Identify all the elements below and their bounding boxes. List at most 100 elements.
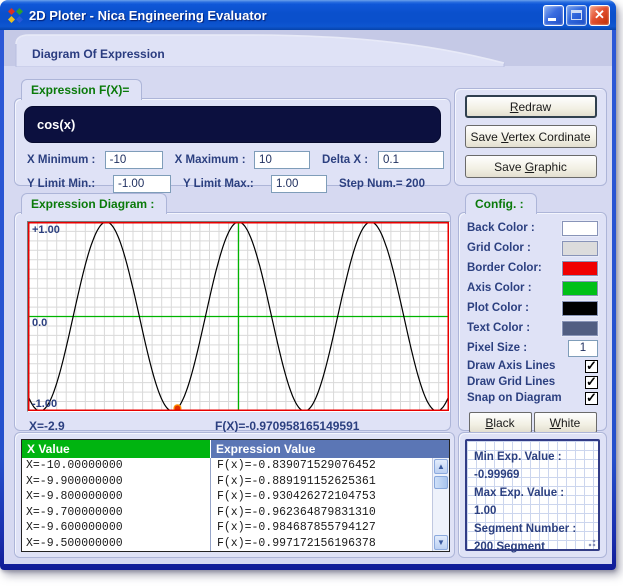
table-row: X=-9.600000000F(x)=-0.984687855794127: [22, 520, 449, 536]
window-title: 2D Ploter - Nica Engineering Evaluator: [29, 8, 541, 23]
back-color-swatch[interactable]: [562, 221, 598, 236]
status-fx-value: F(X)=-0.970958165149591: [215, 419, 359, 433]
expression-value-column-header[interactable]: Expression Value: [210, 440, 449, 458]
snap-on-diagram-label: Snap on Diagram: [467, 392, 562, 404]
arrow-down-icon: ▼: [437, 538, 445, 547]
grid-color-swatch[interactable]: [562, 241, 598, 256]
draw-axis-lines-checkbox[interactable]: [585, 360, 598, 373]
tab-diagram-of-expression[interactable]: Diagram Of Expression: [32, 47, 165, 61]
app-icon: [7, 7, 24, 24]
close-button[interactable]: ✕: [589, 5, 610, 26]
maximize-button[interactable]: [566, 5, 587, 26]
save-graphic-button[interactable]: Save Graphic: [465, 155, 597, 178]
expression-value-cell: F(x)=-0.997172156196378: [210, 536, 449, 552]
window-body: Diagram Of Expression Expression F(X)= X…: [4, 30, 612, 564]
x-maximum-label: X Maximum :: [175, 154, 254, 166]
draw-grid-lines-label: Draw Grid Lines: [467, 376, 555, 388]
pixel-size-input[interactable]: [568, 340, 598, 357]
segment-number-value: 200 Segment: [474, 538, 598, 556]
maximize-icon: [571, 10, 582, 20]
x-value-cell: X=-9.600000000: [22, 520, 210, 536]
x-value-cell: X=-10.00000000: [22, 458, 210, 474]
title-bar[interactable]: 2D Ploter - Nica Engineering Evaluator ✕: [0, 0, 616, 30]
min-exp-value: -0.99969: [474, 466, 598, 484]
step-num-label: Step Num.= 200: [339, 178, 425, 190]
axis-color-label: Axis Color :: [467, 282, 532, 294]
border-color-label: Border Color:: [467, 262, 542, 274]
x-value-cell: X=-9.700000000: [22, 505, 210, 521]
expression-value-cell: F(x)=-0.984687855794127: [210, 520, 449, 536]
x-minimum-input[interactable]: [105, 151, 163, 169]
delta-x-label: Delta X :: [322, 154, 378, 166]
actions-panel: Redraw Save Vertex Cordinate Save Graphi…: [454, 88, 607, 186]
x-value-cell: X=-9.900000000: [22, 474, 210, 490]
plot-canvas: [28, 222, 449, 411]
stats-group: Min Exp. Value : -0.99969 Max Exp. Value…: [458, 432, 607, 558]
app-window: 2D Ploter - Nica Engineering Evaluator ✕…: [0, 0, 616, 570]
table-row: X=-9.500000000F(x)=-0.997172156196378: [22, 536, 449, 552]
y-limit-min-input[interactable]: [113, 175, 171, 193]
table-scrollbar[interactable]: ▲ ▼: [432, 458, 449, 551]
status-x-value: X=-2.9: [29, 419, 65, 433]
delta-x-input[interactable]: [378, 151, 444, 169]
snap-on-diagram-checkbox[interactable]: [585, 392, 598, 405]
minimize-icon: [548, 18, 556, 21]
expression-group: Expression F(X)= X Minimum : X Maximum :…: [14, 98, 451, 186]
max-exp-value: 1.00: [474, 502, 598, 520]
max-exp-value-label: Max Exp. Value :: [474, 484, 598, 502]
back-color-label: Back Color :: [467, 222, 535, 234]
y-limit-max-label: Y Limit Max.:: [183, 178, 271, 190]
table-row: X=-9.700000000F(x)=-0.962364879831310: [22, 505, 449, 521]
y-limit-min-label: Y Limit Min.:: [27, 178, 113, 190]
axis-color-swatch[interactable]: [562, 281, 598, 296]
expression-value-cell: F(x)=-0.962364879831310: [210, 505, 449, 521]
table-row: X=-9.800000000F(x)=-0.930426272104753: [22, 489, 449, 505]
draw-grid-lines-checkbox[interactable]: [585, 376, 598, 389]
plot-frame: +1.00 0.0 -1.00: [27, 221, 450, 412]
x-maximum-input[interactable]: [254, 151, 310, 169]
stats-panel: Min Exp. Value : -0.99969 Max Exp. Value…: [465, 439, 600, 551]
border-color-swatch[interactable]: [562, 261, 598, 276]
expression-group-label: Expression F(X)=: [21, 79, 142, 100]
resize-grip[interactable]: [586, 537, 596, 547]
expression-input[interactable]: [25, 107, 440, 142]
table-row: X=-10.00000000F(x)=-0.839071529076452: [22, 458, 449, 474]
expression-value-cell: F(x)=-0.839071529076452: [210, 458, 449, 474]
minimize-button[interactable]: [543, 5, 564, 26]
table-header-row: X Value Expression Value: [22, 440, 449, 458]
expression-box: [24, 106, 441, 143]
redraw-button[interactable]: Redraw: [465, 95, 597, 118]
min-exp-value-label: Min Exp. Value :: [474, 448, 598, 466]
values-table-group: X Value Expression Value X=-10.00000000F…: [14, 432, 455, 558]
plot-color-swatch[interactable]: [562, 301, 598, 316]
pixel-size-label: Pixel Size :: [467, 342, 527, 354]
close-icon: ✕: [590, 6, 609, 25]
scrollbar-down-button[interactable]: ▼: [434, 535, 448, 550]
text-color-label: Text Color :: [467, 322, 530, 334]
y-limit-max-input[interactable]: [271, 175, 327, 193]
x-value-column-header[interactable]: X Value: [22, 440, 210, 458]
segment-number-label: Segment Number :: [474, 520, 598, 538]
plot-area[interactable]: +1.00 0.0 -1.00: [28, 222, 449, 411]
arrow-up-icon: ▲: [437, 462, 445, 471]
scrollbar-up-button[interactable]: ▲: [434, 459, 448, 474]
x-minimum-label: X Minimum :: [27, 154, 105, 166]
diagram-group: Expression Diagram : +1.00 0.0 -1.00 X=-…: [14, 212, 451, 431]
diagram-group-label: Expression Diagram :: [21, 193, 167, 214]
scrollbar-thumb[interactable]: [434, 476, 448, 489]
expression-value-cell: F(x)=-0.889191152625361: [210, 474, 449, 490]
black-button[interactable]: Black: [469, 412, 532, 433]
white-button[interactable]: White: [534, 412, 597, 433]
config-group: Config. : Back Color : Grid Color : Bord…: [458, 212, 607, 431]
draw-axis-lines-label: Draw Axis Lines: [467, 360, 555, 372]
text-color-swatch[interactable]: [562, 321, 598, 336]
expression-value-cell: F(x)=-0.930426272104753: [210, 489, 449, 505]
config-group-label: Config. :: [465, 193, 537, 214]
table-row: X=-9.900000000F(x)=-0.889191152625361: [22, 474, 449, 490]
grid-color-label: Grid Color :: [467, 242, 531, 254]
save-vertex-cordinate-button[interactable]: Save Vertex Cordinate: [465, 125, 597, 148]
values-table: X Value Expression Value X=-10.00000000F…: [21, 439, 450, 552]
x-value-cell: X=-9.500000000: [22, 536, 210, 552]
plot-color-label: Plot Color :: [467, 302, 529, 314]
x-value-cell: X=-9.800000000: [22, 489, 210, 505]
